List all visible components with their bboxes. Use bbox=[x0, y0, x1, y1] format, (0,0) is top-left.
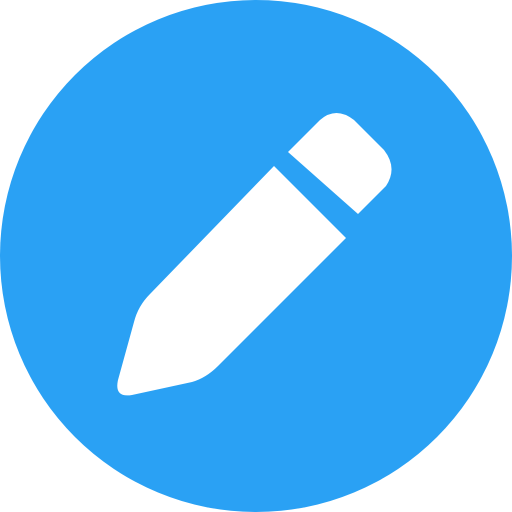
pencil-icon bbox=[0, 0, 512, 512]
edit-icon-button[interactable] bbox=[0, 0, 512, 512]
